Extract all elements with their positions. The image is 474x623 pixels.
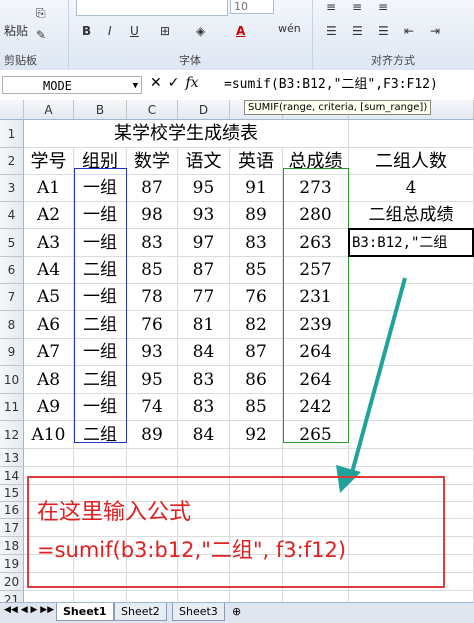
- annotation-line-2: =sumif(b3:b12,"二组", f3:f12): [37, 538, 347, 562]
- instruction-annotation: 在这里输入公式 =sumif(b3:b12,"二组", f3:f12): [27, 476, 445, 588]
- insert-sheet-icon[interactable]: ⊕: [232, 605, 241, 618]
- tab-sheet2[interactable]: Sheet2: [114, 603, 167, 621]
- tab-sheet1[interactable]: Sheet1: [56, 603, 114, 621]
- tab-nav-icons[interactable]: ◀◀ ◀ ▶ ▶▶: [4, 605, 54, 615]
- function-tooltip: SUMIF(range, criteria, [sum_range]): [244, 100, 432, 115]
- arrow-shaft: [348, 277, 407, 481]
- sheet-tab-bar: ◀◀ ◀ ▶ ▶▶ Sheet1 Sheet2 Sheet3 ⊕: [0, 602, 474, 623]
- annotation-line-1: 在这里输入公式: [37, 500, 192, 525]
- tab-sheet3[interactable]: Sheet3: [172, 603, 225, 621]
